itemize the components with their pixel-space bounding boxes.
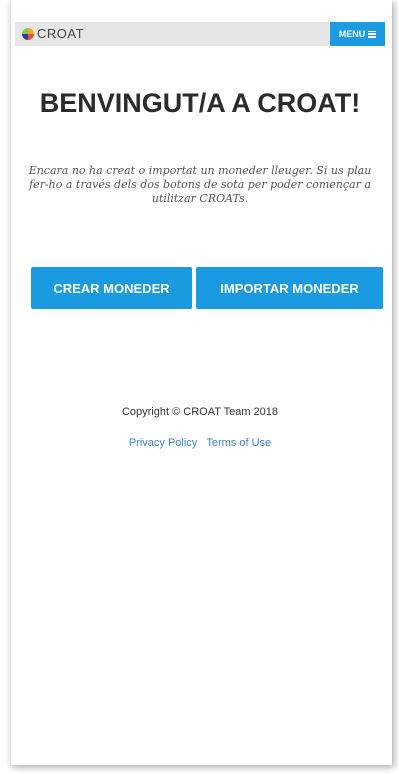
hamburger-icon: [368, 30, 377, 38]
terms-of-use-link[interactable]: Terms of Use: [206, 437, 271, 449]
import-wallet-button[interactable]: IMPORTAR MONEDER: [196, 267, 383, 309]
navbar: CROAT MENU: [15, 22, 385, 46]
croat-logo-icon: [22, 27, 34, 40]
menu-label: MENU: [338, 29, 366, 39]
footer-links: Privacy Policy Terms of Use: [15, 437, 385, 449]
page-title: BENVINGUT/A A CROAT!: [39, 88, 361, 118]
create-wallet-button[interactable]: CREAR MONEDER: [31, 267, 192, 309]
brand[interactable]: CROAT: [22, 26, 84, 41]
privacy-policy-link[interactable]: Privacy Policy: [129, 437, 197, 449]
intro-text: Encara no ha creat o importat un moneder…: [28, 164, 372, 205]
brand-text: CROAT: [37, 26, 85, 41]
copyright-text: Copyright © CROAT Team 2018: [121, 406, 279, 418]
menu-button[interactable]: MENU: [330, 22, 385, 46]
